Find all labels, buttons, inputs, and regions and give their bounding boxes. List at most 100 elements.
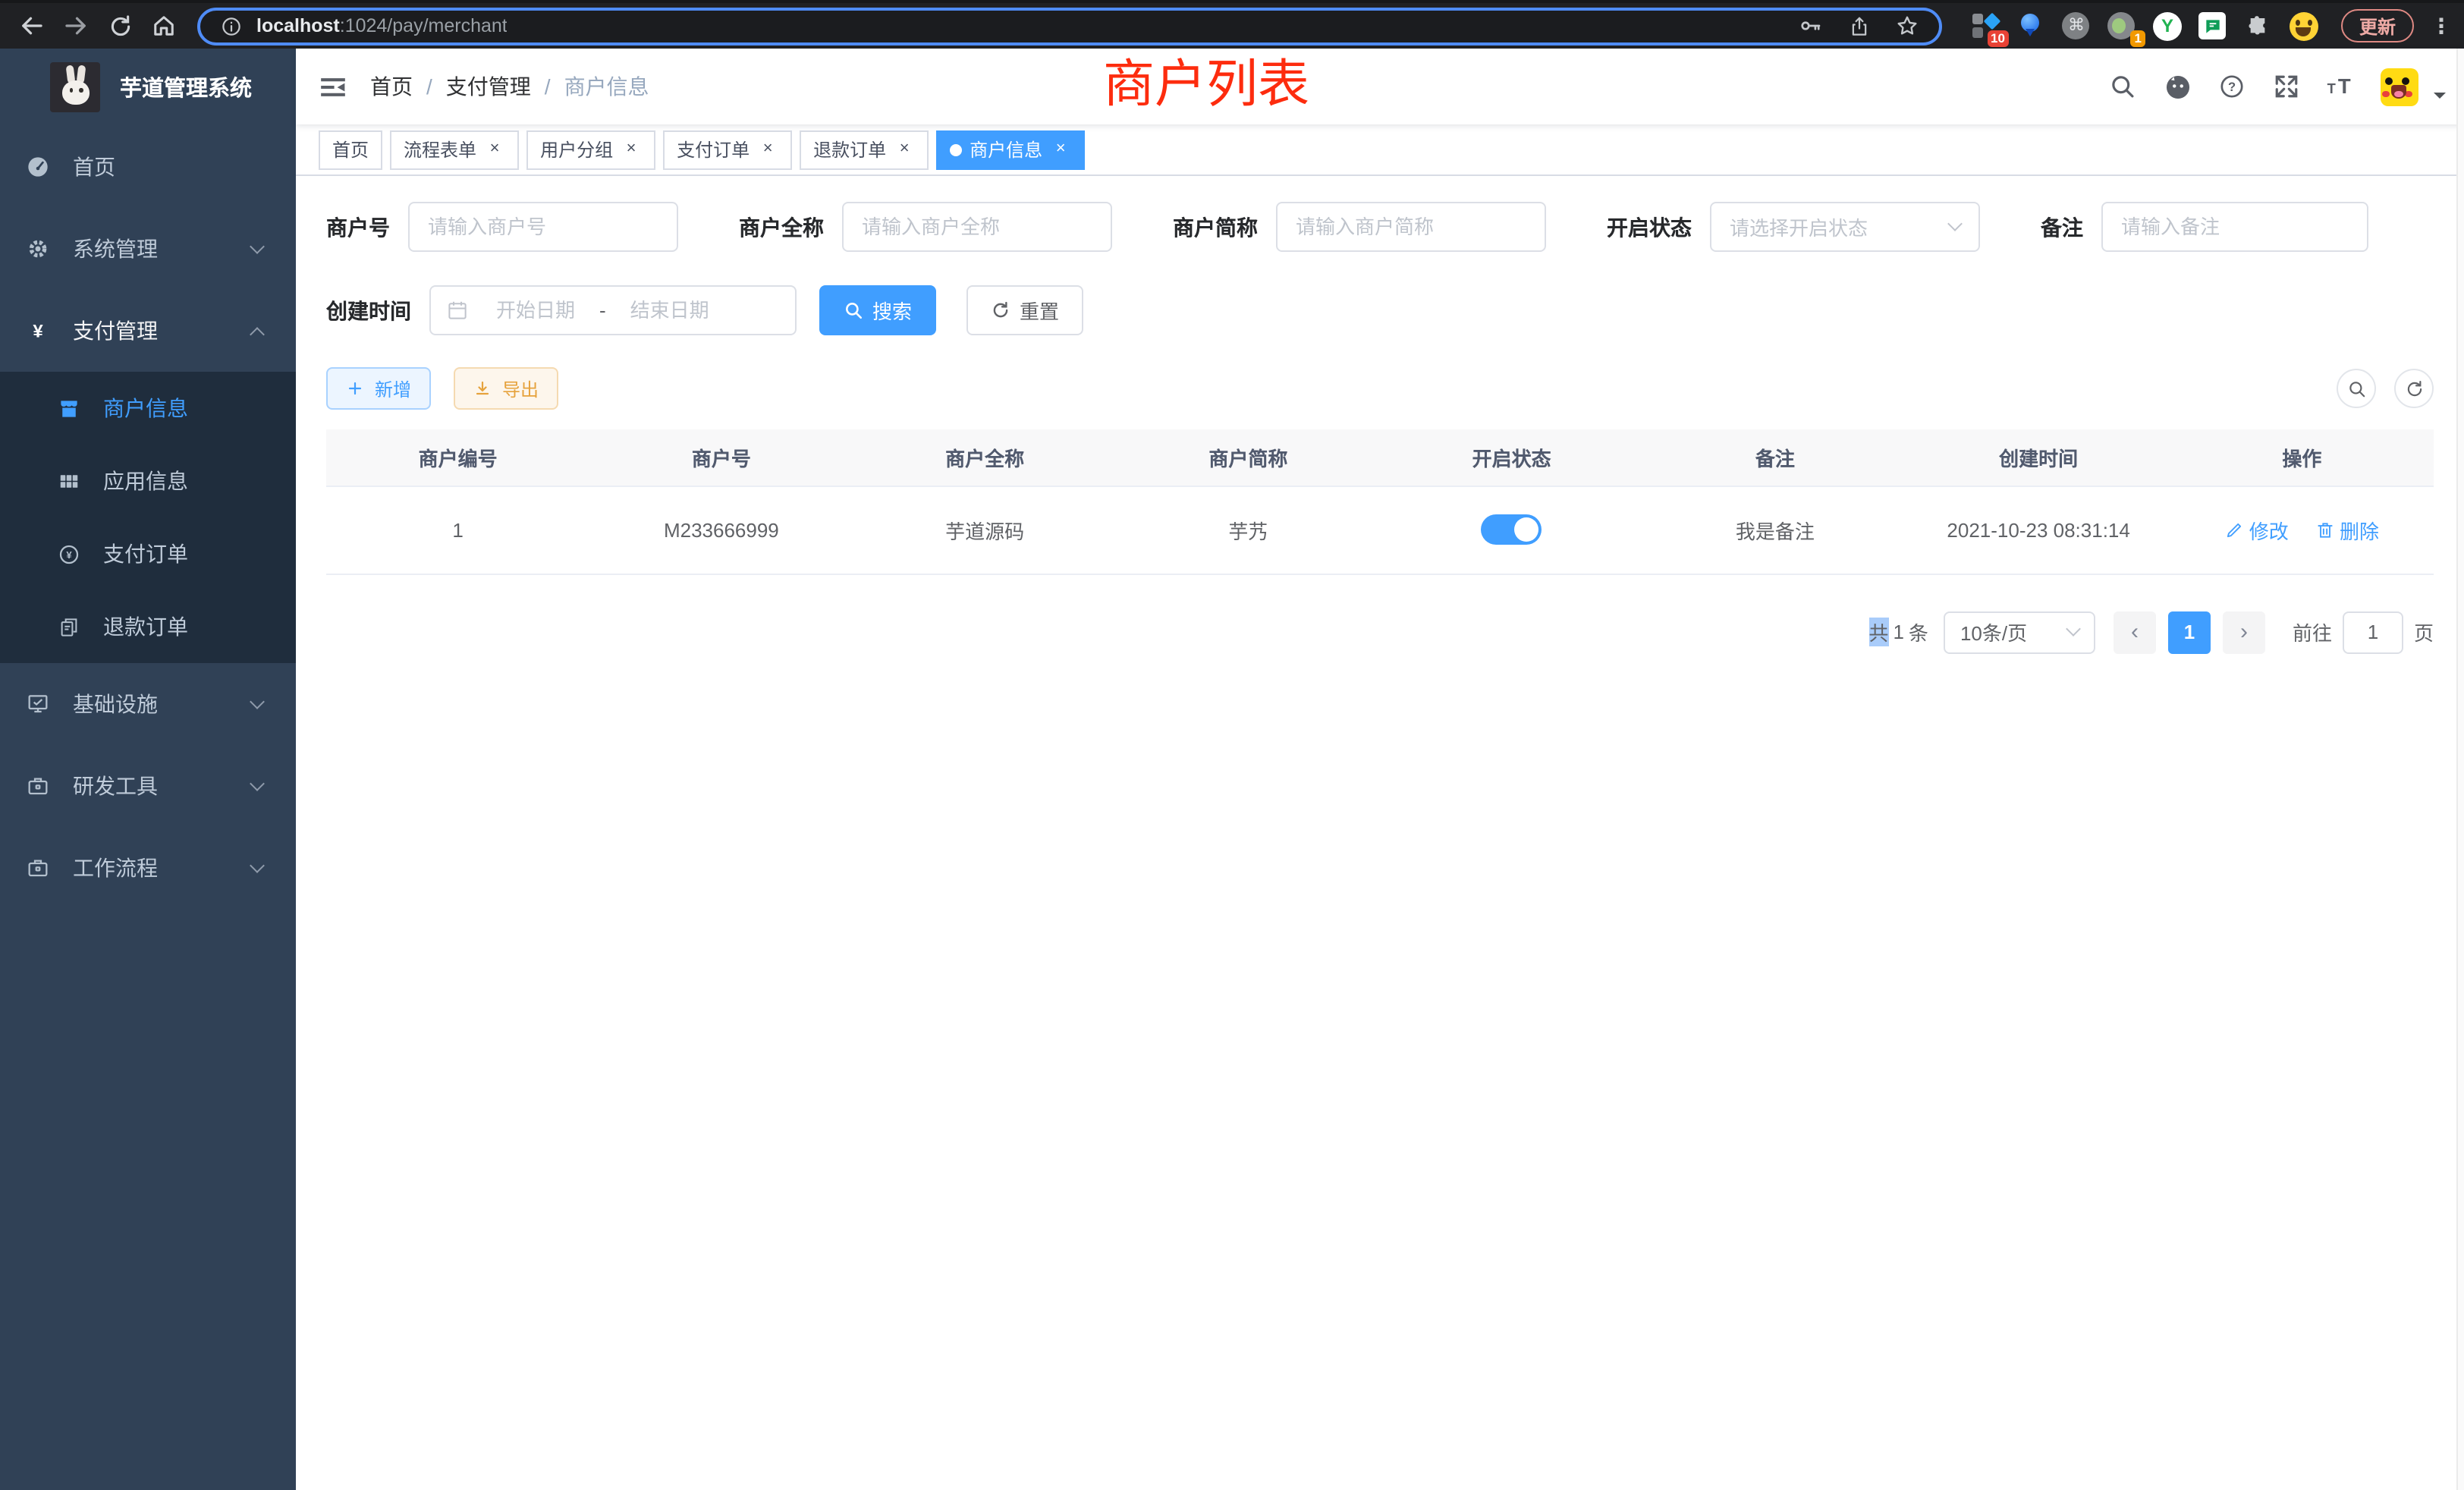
extension-chat-icon[interactable] [2198,11,2227,40]
tab-close-icon[interactable]: × [757,139,778,160]
red-annotation-text: 商户列表 [1103,49,1309,121]
fullscreen-icon[interactable] [2271,71,2302,102]
help-icon[interactable]: ? [2217,71,2247,102]
cell-remark: 我是备注 [1643,486,1906,574]
tab-user-group[interactable]: 用户分组 × [526,130,655,169]
sidebar-item-system[interactable]: 系统管理 [0,208,296,290]
edit-pencil-icon [2225,520,2245,539]
extension-tiles-icon[interactable]: 10 [1971,11,2000,40]
create-time-range-picker[interactable]: - [429,285,797,335]
chrome-update-button[interactable]: 更新 [2341,9,2414,42]
sidebar-item-dev-tools[interactable]: 研发工具 [0,745,296,827]
app-logo [50,62,100,112]
user-avatar[interactable] [2381,68,2418,105]
bookmark-star-icon[interactable] [1895,13,1921,39]
toggle-search-button[interactable] [2337,369,2376,408]
tab-close-icon[interactable]: × [1050,139,1071,160]
sidebar-item-payment[interactable]: ¥ 支付管理 [0,290,296,372]
tab-pay-orders[interactable]: 支付订单 × [663,130,792,169]
cell-create-time: 2021-10-23 08:31:14 [1907,486,2170,574]
extension-command-icon[interactable]: ⌘ [2062,11,2091,40]
goto-page-input[interactable] [2343,611,2403,653]
refresh-table-button[interactable] [2394,369,2434,408]
font-size-icon[interactable]: TT [2326,71,2356,102]
delete-link[interactable]: 删除 [2315,515,2379,544]
share-icon[interactable] [1846,13,1872,39]
trash-icon [2315,520,2335,539]
edit-link[interactable]: 修改 [2225,515,2289,544]
tags-view-bar: 首页 流程表单 × 用户分组 × 支付订单 × 退款订单 × [296,124,2464,176]
export-button[interactable]: 导出 [454,367,558,410]
page-size-select[interactable]: 10条/页 [1944,611,2095,653]
breadcrumb-home[interactable]: 首页 [370,71,413,102]
tab-refund-orders[interactable]: 退款订单 × [800,130,929,169]
extension-badge: 1 [2131,30,2145,46]
add-button[interactable]: 新增 [326,367,431,410]
col-merchant-no: 商户号 [589,429,853,486]
browser-reload-button[interactable] [103,9,137,42]
page-number-current[interactable]: 1 [2168,611,2211,653]
extension-camera-icon[interactable]: 1 [2107,11,2136,40]
browser-back-button[interactable] [15,9,49,42]
next-page-button[interactable]: › [2223,611,2265,653]
start-date-input[interactable] [478,299,593,322]
col-create-time: 创建时间 [1907,429,2170,486]
search-icon [844,300,863,320]
reset-button[interactable]: 重置 [966,285,1083,335]
yen-icon: ¥ [26,319,50,343]
navbar-actions: ? TT [2107,49,2464,124]
col-merchant-id: 商户编号 [326,429,589,486]
url-path: :1024/pay/merchant [340,15,508,36]
tab-merchant-info[interactable]: 商户信息 × [936,130,1085,169]
page-scrollbar[interactable] [2456,49,2464,1490]
extension-gem-icon[interactable] [2016,11,2045,40]
merchant-table: 商户编号 商户号 商户全称 商户简称 开启状态 备注 创建时间 操作 1 [326,429,2434,574]
profile-emoji-avatar[interactable] [2290,11,2318,40]
chevron-down-icon [2066,621,2081,637]
tab-home[interactable]: 首页 [319,130,382,169]
short-name-input[interactable] [1276,202,1546,252]
cell-short-name: 芋艿 [1117,486,1380,574]
site-info-icon[interactable] [218,13,244,39]
sidebar-collapse-icon[interactable] [296,49,370,124]
browser-home-button[interactable] [147,9,181,42]
app-logo-row[interactable]: 芋道管理系统 [0,49,296,126]
browser-forward-button[interactable] [59,9,93,42]
prev-page-button[interactable]: ‹ [2114,611,2156,653]
sidebar-item-pay-orders[interactable]: ¥ 支付订单 [0,517,296,590]
full-name-input[interactable] [842,202,1112,252]
remark-input[interactable] [2101,202,2368,252]
tab-process-form[interactable]: 流程表单 × [390,130,519,169]
search-icon[interactable] [2107,71,2138,102]
tab-close-icon[interactable]: × [484,139,505,160]
svg-text:?: ? [2228,80,2236,94]
extensions-puzzle-icon[interactable] [2244,11,2273,40]
svg-text:¥: ¥ [33,322,43,342]
tab-close-icon[interactable]: × [621,139,642,160]
github-icon[interactable] [2162,71,2192,102]
search-button[interactable]: 搜索 [819,285,936,335]
col-actions: 操作 [2170,429,2434,486]
password-key-icon[interactable] [1798,13,1824,39]
browser-menu-icon[interactable]: ⋮ [2431,13,2449,39]
status-select[interactable]: 请选择开启状态 [1710,202,1980,252]
briefcase-icon [26,856,50,880]
sidebar-item-refund-orders[interactable]: 退款订单 [0,590,296,663]
table-header-row: 商户编号 商户号 商户全称 商户简称 开启状态 备注 创建时间 操作 [326,429,2434,486]
sidebar-item-merchant-info[interactable]: 商户信息 [0,372,296,445]
status-switch[interactable] [1482,514,1542,545]
address-bar[interactable]: localhost:1024/pay/merchant [197,7,1942,45]
download-icon [473,379,493,398]
sidebar-item-workflow[interactable]: 工作流程 [0,827,296,909]
plus-icon [346,379,366,398]
end-date-input[interactable] [612,299,728,322]
merchant-no-input[interactable] [408,202,678,252]
pagination-total: 共 1 条 [1868,618,1928,646]
sidebar-item-app-info[interactable]: 应用信息 [0,445,296,517]
tab-close-icon[interactable]: × [894,139,915,160]
sidebar-item-home[interactable]: 首页 [0,126,296,208]
chevron-down-icon [250,775,265,791]
sidebar-item-infrastructure[interactable]: 基础设施 [0,663,296,745]
user-menu-caret-icon[interactable] [2434,93,2446,105]
extension-y-icon[interactable]: Y [2153,11,2182,40]
